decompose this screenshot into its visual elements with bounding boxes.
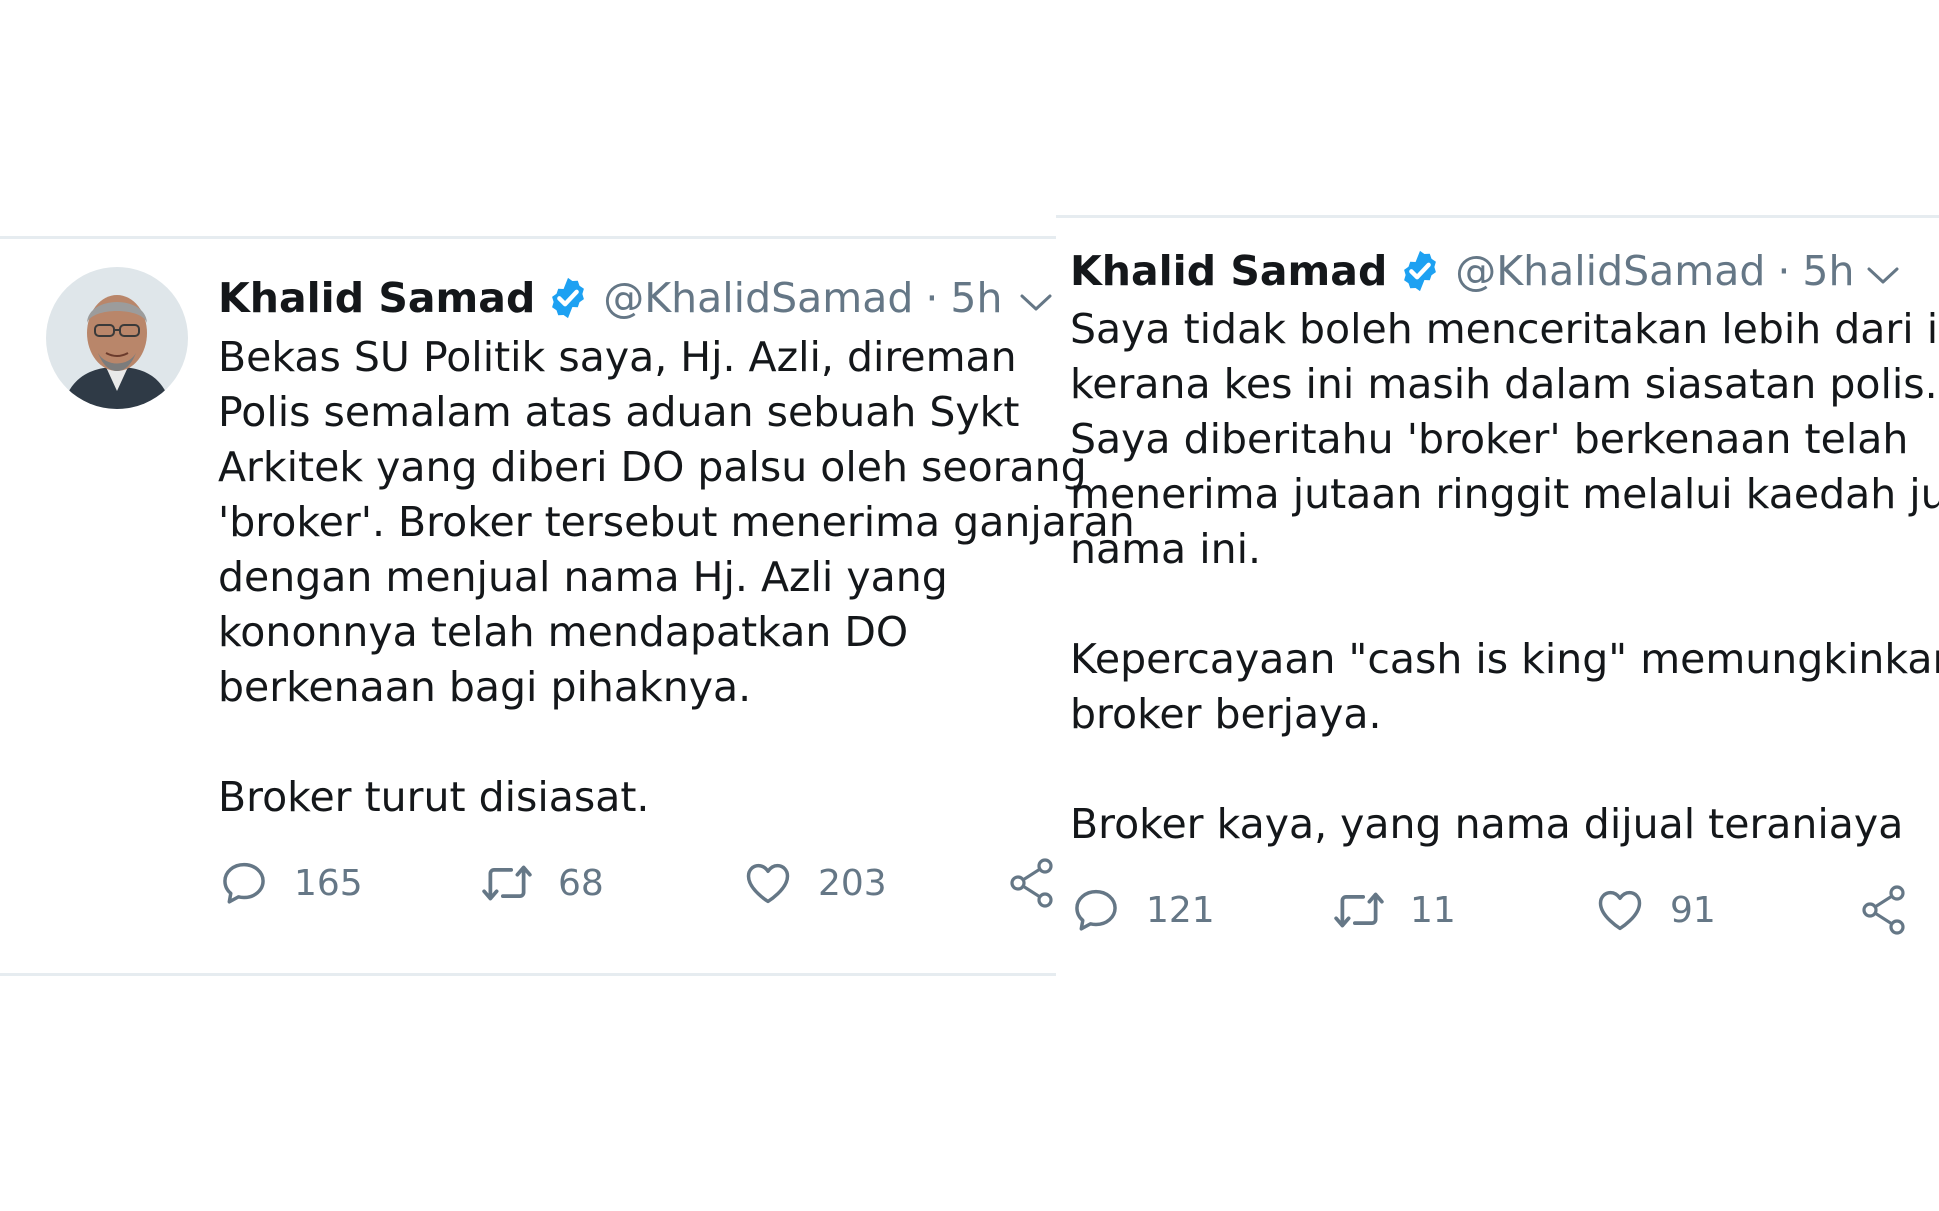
separator-dot: · [925,274,939,322]
tweet-line: 'broker'. Broker tersebut menerima ganja… [218,498,1135,546]
author-name[interactable]: Khalid Samad [1070,246,1387,296]
tweet-paragraph: Broker turut disiasat. [218,770,1135,825]
like-count: 203 [818,862,887,904]
tweet-paragraph: Broker kaya, yang nama dijual teraniaya [1070,797,1939,852]
tweet-line: broker berjaya. [1070,690,1382,738]
retweet-button[interactable]: 68 [480,853,604,913]
tweet-line: Broker kaya, yang nama dijual teraniaya [1070,800,1904,848]
tweet-card[interactable]: Khalid Samad @KhalidSamad · 5h Saya tida… [1056,218,1939,978]
avatar-photo [46,267,188,409]
reply-icon [1075,889,1117,931]
timestamp[interactable]: 5h [950,273,1002,323]
share-button[interactable] [1860,880,1908,940]
tweet-paragraph: Saya tidak boleh menceritakan lebih dari… [1070,302,1939,577]
tweet-line: Broker turut disiasat. [218,773,650,821]
retweet-icon [1334,892,1384,928]
retweet-count: 11 [1410,889,1456,931]
bottom-divider-left [0,973,1056,976]
tweet-line: dengan menjual nama Hj. Azli yang [218,553,948,601]
tweet-line: Bekas SU Politik saya, Hj. Azli, direman [218,333,1017,381]
retweet-button[interactable]: 11 [1332,880,1456,940]
tweet-line: Kepercayaan "cash is king" memungkinkan [1070,635,1939,683]
verified-badge-icon [552,277,585,319]
tweet-line: Arkitek yang diberi DO palsu oleh seoran… [218,443,1087,491]
tweet-actions: 165 68 203 [218,853,1056,913]
tweet-actions: 121 11 91 [1070,880,1930,940]
reply-count: 121 [1146,889,1215,931]
reply-count: 165 [294,862,363,904]
tweet-line: Polis semalam atas aduan sebuah Sykt [218,388,1020,436]
tweet-paragraph: Kepercayaan "cash is king" memungkinkan … [1070,632,1939,742]
tweet-header: Khalid Samad @KhalidSamad · 5h [1070,246,1854,296]
like-icon [1598,890,1642,931]
tweet-line: Saya tidak boleh menceritakan lebih dari… [1070,305,1939,353]
reply-button[interactable]: 121 [1070,880,1215,940]
share-icon [1010,858,1053,908]
like-icon [746,863,790,904]
tweet-line: menerima jutaan ringgit melalui kaedah j… [1070,470,1939,518]
chevron-down-icon[interactable] [1865,263,1901,287]
tweet-line: nama ini. [1070,525,1262,573]
tweet-text: Bekas SU Politik saya, Hj. Azli, direman… [218,330,1135,825]
like-button[interactable]: 203 [742,853,887,913]
separator-dot: · [1777,247,1791,295]
tweet-line: berkenaan bagi pihaknya. [218,663,752,711]
reply-icon [223,862,265,904]
chevron-down-icon[interactable] [1018,290,1054,314]
tweet-line: kononnya telah mendapatkan DO [218,608,909,656]
author-handle[interactable]: @KhalidSamad [603,273,913,323]
tweet-line: Saya diberitahu 'broker' berkenaan telah [1070,415,1909,463]
screenshot-canvas: Khalid Samad @KhalidSamad · 5h Bekas SU … [0,0,1939,1211]
tweet-card[interactable]: Khalid Samad @KhalidSamad · 5h Bekas SU … [0,240,1135,970]
avatar[interactable] [46,267,188,409]
verified-badge-icon [1404,250,1437,292]
like-button[interactable]: 91 [1594,880,1716,940]
timestamp[interactable]: 5h [1802,246,1854,296]
author-name[interactable]: Khalid Samad [218,273,535,323]
share-button[interactable] [1008,853,1056,913]
top-divider-left [0,236,1056,239]
retweet-icon [482,865,532,901]
author-handle[interactable]: @KhalidSamad [1455,246,1765,296]
tweet-line: kerana kes ini masih dalam siasatan poli… [1070,360,1938,408]
tweet-paragraph: Bekas SU Politik saya, Hj. Azli, direman… [218,330,1135,715]
share-icon [1862,885,1905,935]
tweet-text: Saya tidak boleh menceritakan lebih dari… [1070,302,1939,852]
tweet-header: Khalid Samad @KhalidSamad · 5h [218,273,1002,323]
retweet-count: 68 [558,862,604,904]
like-count: 91 [1670,889,1716,931]
reply-button[interactable]: 165 [218,853,363,913]
